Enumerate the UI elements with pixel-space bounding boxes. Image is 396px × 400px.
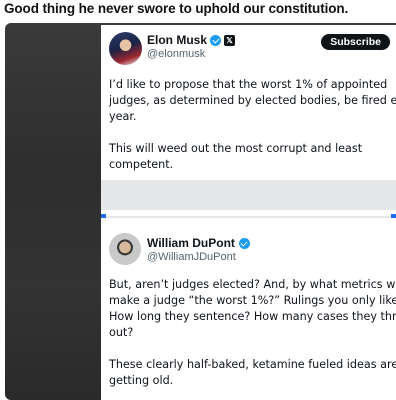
tweet-text-line: These clearly half-baked, ketamine fuele… (109, 358, 396, 371)
phone-screen: Elon Musk 𝕏 @elonmusk Subscribe I’d like… (101, 25, 396, 400)
tweet-text-line: judges, as determined by elected bodies,… (109, 94, 396, 107)
tweet-text-line: I’d like to propose that the worst 1% of… (109, 78, 388, 91)
tweet-text-line: competent. (109, 158, 174, 171)
author-name[interactable]: William DuPont (147, 236, 235, 250)
verified-badge-icon (238, 237, 250, 249)
divider-accent-left (101, 214, 106, 218)
author-handle[interactable]: @elonmusk (147, 48, 205, 60)
author-row: William DuPont (147, 236, 250, 250)
tweet-text-line: But, aren’t judges elected? And, by what… (109, 278, 396, 291)
tweet-text-line: This will weed out the most corrupt and … (109, 142, 363, 155)
author-row: Elon Musk 𝕏 (147, 33, 236, 47)
tweet-text-line: out? (109, 326, 134, 339)
avatar[interactable] (109, 233, 141, 265)
x-logo-icon: 𝕏 (224, 34, 236, 46)
tweet-text-line: year. (109, 110, 137, 123)
tweet-text-line: getting old. (109, 374, 174, 387)
screenshot-photo: Elon Musk 𝕏 @elonmusk Subscribe I’d like… (5, 23, 396, 400)
post-caption: Good thing he never swore to uphold our … (4, 1, 349, 16)
divider-line (101, 216, 396, 218)
tweet-text-line: make a judge “the worst 1%?” Rulings you… (109, 294, 396, 307)
divider-accent-right (391, 214, 396, 218)
avatar[interactable] (109, 32, 142, 65)
subscribe-button[interactable]: Subscribe (321, 34, 390, 50)
tweet-text-line: How long they sentence? How many cases t… (109, 310, 396, 323)
author-name[interactable]: Elon Musk (147, 33, 207, 47)
verified-badge-icon (210, 34, 222, 46)
author-handle[interactable]: @WilliamJDuPont (147, 251, 236, 263)
divider-band (101, 180, 396, 210)
